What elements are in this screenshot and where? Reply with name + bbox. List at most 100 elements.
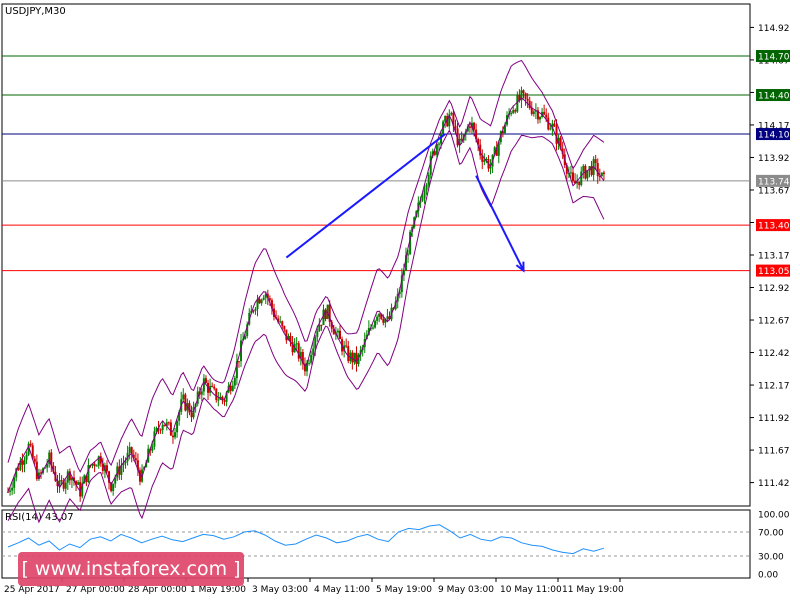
candle-body-51: [112, 483, 115, 492]
candle-body-244: [510, 112, 513, 114]
level-label-113-40: 113.40: [758, 222, 790, 232]
candle-body-160: [336, 330, 339, 333]
forecast-arrow-shaft: [475, 175, 525, 272]
candle-body-246: [514, 110, 517, 112]
y-tick-label-0: 114.92: [758, 24, 790, 34]
candle-body-202: [423, 190, 426, 199]
candle-body-254: [530, 108, 533, 115]
level-label-113-74: 113.74: [758, 177, 790, 187]
candle-body-112: [237, 361, 240, 363]
x-tick-label-9: 11 May 19:00: [562, 585, 624, 595]
candle-body-212: [444, 116, 447, 122]
candle-body-255: [532, 111, 535, 115]
candle-body-124: [262, 297, 265, 300]
y-tick-label-12: 111.92: [758, 414, 790, 424]
candle-body-134: [283, 326, 286, 330]
candle-body-263: [549, 128, 552, 130]
band-lower: [7, 129, 605, 524]
x-tick-label-4: 3 May 03:00: [252, 585, 308, 595]
candle-body-74: [159, 429, 162, 431]
rsi-tick-label-2: 30.00: [758, 553, 784, 563]
candle-body-105: [223, 400, 226, 402]
candle-body-245: [512, 110, 515, 113]
candle-body-286: [596, 163, 599, 177]
candle-body-177: [371, 327, 374, 329]
candle-body-204: [427, 174, 430, 185]
x-tick-label-0: 25 Apr 2017: [4, 585, 60, 595]
candle-body-251: [524, 92, 527, 99]
main-panel-frame: [1, 3, 751, 507]
candle-body-161: [338, 330, 341, 340]
candle-body-102: [217, 399, 220, 401]
watermark-text: [ www.instaforex.com ]: [21, 558, 241, 580]
candle-body-89: [190, 412, 193, 418]
candle-body-100: [213, 386, 216, 389]
candle-body-109: [231, 385, 234, 391]
candle-body-164: [345, 345, 348, 347]
candle-body-165: [347, 346, 350, 361]
candle-body-201: [421, 198, 424, 201]
candle-body-29: [66, 471, 69, 483]
candle-body-273: [569, 172, 572, 174]
rsi-tick-label-1: 70.00: [758, 529, 784, 539]
candle-body-122: [258, 298, 261, 304]
rsi-tick-label-3: 0.00: [758, 571, 778, 581]
candle-body-182: [382, 318, 385, 323]
candle-body-217: [454, 125, 457, 129]
candle-body-152: [320, 324, 323, 326]
watermark-badge: [ www.instaforex.com ]: [18, 552, 244, 586]
candle-body-258: [539, 117, 542, 120]
candle-body-180: [378, 313, 381, 317]
y-tick-label-11: 112.17: [758, 382, 790, 392]
candle-body-59: [128, 447, 131, 453]
candle-body-146: [308, 362, 311, 364]
y-tick-label-4: 113.92: [758, 154, 790, 164]
candle-body-99: [211, 385, 214, 387]
chart-title: USDJPY,M30: [5, 6, 66, 17]
candle-body-110: [233, 378, 236, 386]
candle-body-85: [182, 394, 185, 400]
candle-body-184: [386, 316, 389, 319]
candle-body-203: [425, 184, 428, 191]
y-tick-label-10: 112.42: [758, 349, 790, 359]
candle-body-209: [437, 143, 440, 145]
candle-body-179: [376, 316, 379, 321]
candle-body-250: [522, 90, 525, 93]
candle-body-11: [29, 443, 32, 446]
candle-body-96: [204, 378, 207, 383]
x-tick-label-6: 5 May 19:00: [376, 585, 432, 595]
candle-body-43: [95, 465, 98, 467]
candle-body-215: [450, 112, 453, 115]
candle-body-94: [200, 391, 203, 395]
candle-body-149: [314, 336, 317, 349]
candle-body-178: [374, 320, 377, 328]
candle-body-274: [572, 172, 575, 181]
x-tick-label-8: 10 May 11:00: [500, 585, 562, 595]
candle-body-2: [11, 487, 14, 491]
band-middle: [7, 97, 605, 493]
candle-body-62: [134, 458, 137, 461]
candle-body-9: [25, 454, 28, 460]
candle-body-82: [176, 420, 179, 433]
band-upper: [7, 59, 605, 473]
y-tick-label-7: 113.17: [758, 252, 790, 262]
candle-body-148: [312, 348, 315, 355]
candle-body-281: [586, 170, 589, 179]
x-tick-label-7: 9 May 03:00: [438, 585, 494, 595]
x-tick-label-2: 28 Apr 00:00: [128, 585, 187, 595]
rsi-tick-label-0: 100.00: [758, 511, 790, 521]
candle-body-279: [582, 165, 585, 172]
candle-body-151: [318, 324, 321, 332]
candle-body-140: [295, 343, 298, 345]
candle-body-260: [543, 111, 546, 115]
candle-body-150: [316, 331, 319, 337]
candle-body-26: [60, 480, 63, 482]
y-tick-label-14: 111.42: [758, 479, 790, 489]
candle-body-70: [151, 446, 154, 451]
candle-body-252: [526, 98, 529, 101]
candle-body-169: [355, 352, 358, 364]
candle-body-48: [105, 465, 108, 472]
candle-body-0: [7, 491, 9, 493]
candle-body-194: [407, 254, 410, 256]
candle-body-278: [580, 171, 583, 186]
